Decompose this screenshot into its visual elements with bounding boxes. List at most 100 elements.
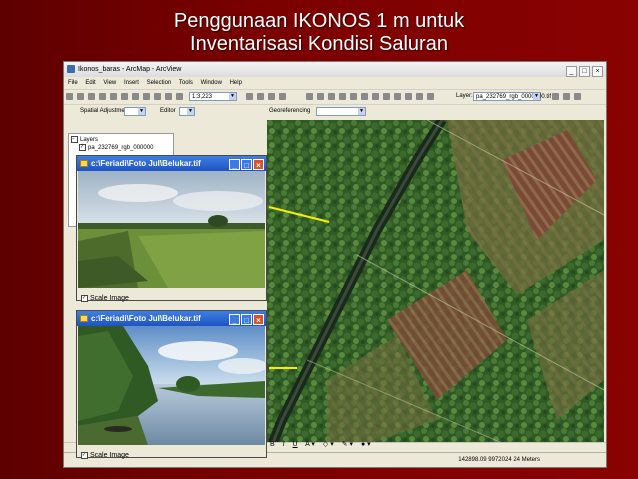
rotate-icon[interactable] (552, 93, 559, 100)
adjustment-toolbar: Spatial Adjustment ▼ Editor ▼ Georeferen… (64, 104, 606, 119)
forward-icon[interactable] (383, 93, 390, 100)
photo-viewer-titlebar: c:\Feriadi\Foto Jul\Belukar.tif _ □ × (77, 311, 266, 326)
command-line-icon[interactable] (268, 93, 275, 100)
toc-root-label: Layers (80, 137, 99, 144)
open-icon[interactable] (77, 93, 84, 100)
editor-menu[interactable]: Editor (160, 108, 176, 114)
back-icon[interactable] (372, 93, 379, 100)
redo-icon[interactable] (165, 93, 172, 100)
identify-icon[interactable] (405, 93, 412, 100)
photo-viewer-titlebar: c:\Feriadi\Foto Jul\Belukar.tif _ □ × (77, 156, 266, 171)
select-icon[interactable] (394, 93, 401, 100)
maximize-button[interactable]: □ (241, 159, 252, 170)
spatial-adjustment-combo[interactable]: ▼ (124, 107, 146, 116)
georeferencing-layer-combo[interactable]: ▼ (316, 107, 366, 116)
undo-icon[interactable] (154, 93, 161, 100)
arcmap-window-title: Ikonos_baras - ArcMap - ArcView (78, 66, 182, 73)
standard-toolbar: 1:3,223 ▼ Layer: pa_232769_rgb_0000000.t… (64, 89, 606, 104)
delete-icon[interactable] (143, 93, 150, 100)
layer-label: Layer: (456, 93, 473, 99)
save-icon[interactable] (88, 93, 95, 100)
chevron-down-icon: ▼ (533, 93, 540, 100)
slide-title-line-1: Penggunaan IKONOS 1 m untuk (173, 10, 465, 32)
minimize-button[interactable]: _ (566, 66, 577, 77)
minimize-button[interactable]: _ (229, 314, 240, 325)
fixed-zoom-in-icon[interactable] (328, 93, 335, 100)
menu-view[interactable]: View (103, 80, 116, 86)
layer-combo[interactable]: pa_232769_rgb_0000000.tif ▼ (473, 92, 551, 101)
photo-belukar-field (78, 171, 265, 288)
scale-image-label: Scale Image (90, 452, 129, 459)
maximize-button[interactable]: □ (241, 314, 252, 325)
underline-button[interactable]: U (293, 441, 298, 448)
editor-combo[interactable]: ▼ (179, 107, 195, 116)
photo-location-arrow-2 (269, 367, 297, 369)
menu-insert[interactable]: Insert (124, 80, 139, 86)
chevron-down-icon: ▼ (138, 108, 145, 115)
pan-icon[interactable] (350, 93, 357, 100)
menu-tools[interactable]: Tools (179, 80, 193, 86)
minimize-button[interactable]: _ (229, 159, 240, 170)
editor-toolbar-icon[interactable] (246, 93, 253, 100)
toc-root[interactable]: − Layers (71, 136, 98, 143)
spatial-adjustment-menu[interactable]: Spatial Adjustment (80, 108, 130, 114)
arctoolbox-icon[interactable] (257, 93, 264, 100)
line-color-button[interactable]: ✎ ▾ (342, 441, 353, 448)
italic-button[interactable]: I (283, 441, 285, 448)
bold-button[interactable]: B (270, 441, 275, 448)
menu-file[interactable]: File (68, 80, 78, 86)
measure-icon[interactable] (427, 93, 434, 100)
map-scale-value: 1:3,223 (192, 94, 213, 100)
full-extent-icon[interactable] (361, 93, 368, 100)
new-document-icon[interactable] (66, 93, 73, 100)
copy-icon[interactable] (121, 93, 128, 100)
chevron-down-icon: ▼ (187, 108, 194, 115)
fill-color-button[interactable]: ◇ ▾ (323, 441, 334, 448)
link-table-icon[interactable] (574, 93, 581, 100)
zoom-in-icon[interactable] (306, 93, 313, 100)
fixed-zoom-out-icon[interactable] (339, 93, 346, 100)
font-color-button[interactable]: A ▾ (305, 441, 315, 448)
close-button[interactable]: × (253, 159, 264, 170)
slide-title-line-2: Inventarisasi Kondisi Saluran (190, 33, 448, 55)
layer-visibility-checkbox[interactable]: ✓ (79, 144, 86, 151)
georeferencing-menu[interactable]: Georeferencing (269, 108, 310, 114)
help-icon[interactable] (279, 93, 286, 100)
photo-viewer-window-1: c:\Feriadi\Foto Jul\Belukar.tif _ □ × ✓ Sca… (76, 155, 267, 302)
arcmap-app-icon (67, 65, 75, 73)
collapse-icon[interactable]: − (71, 136, 78, 143)
slide-background: Penggunaan IKONOS 1 m untuk Inventarisas… (0, 0, 638, 479)
menu-selection[interactable]: Selection (147, 80, 172, 86)
scale-image-option[interactable]: ✓ Scale Image (77, 450, 266, 462)
map-scale-combo[interactable]: 1:3,223 ▼ (189, 92, 237, 101)
menu-window[interactable]: Window (201, 80, 222, 86)
paste-icon[interactable] (132, 93, 139, 100)
scale-image-checkbox[interactable]: ✓ (81, 451, 88, 459)
photo-canal-river (78, 326, 268, 445)
toc-layer-label: pa_232769_rgb_000000 (88, 145, 154, 152)
photo-viewer-window-2: c:\Feriadi\Foto Jul\Belukar.tif _ □ × ✓ … (76, 310, 268, 459)
add-data-icon[interactable] (176, 93, 183, 100)
drawing-tools: B I U A ▾ ◇ ▾ ✎ ▾ ● ▾ (270, 440, 377, 451)
satellite-map-view[interactable] (267, 120, 604, 445)
find-icon[interactable] (416, 93, 423, 100)
zoom-out-icon[interactable] (317, 93, 324, 100)
close-button[interactable]: × (592, 66, 603, 77)
maximize-button[interactable]: □ (579, 66, 590, 77)
photo-viewer-title: c:\Feriadi\Foto Jul\Belukar.tif (91, 159, 201, 168)
cut-icon[interactable] (110, 93, 117, 100)
image-file-icon (80, 315, 88, 322)
print-icon[interactable] (99, 93, 106, 100)
marker-color-button[interactable]: ● ▾ (361, 441, 371, 448)
scale-image-checkbox[interactable]: ✓ (81, 294, 88, 302)
arcmap-titlebar: Ikonos_baras - ArcMap - ArcView _ □ × (64, 62, 606, 77)
menu-edit[interactable]: Edit (85, 80, 95, 86)
menu-bar: File Edit View Insert Selection Tools Wi… (64, 77, 606, 89)
toc-layer-item[interactable]: ✓ pa_232769_rgb_000000 (79, 144, 153, 151)
chevron-down-icon: ▼ (358, 108, 365, 115)
menu-help[interactable]: Help (230, 80, 242, 86)
chevron-down-icon: ▼ (229, 93, 236, 100)
scale-image-option[interactable]: ✓ Scale Image (77, 293, 266, 305)
fit-to-display-icon[interactable] (563, 93, 570, 100)
close-button[interactable]: × (253, 314, 264, 325)
